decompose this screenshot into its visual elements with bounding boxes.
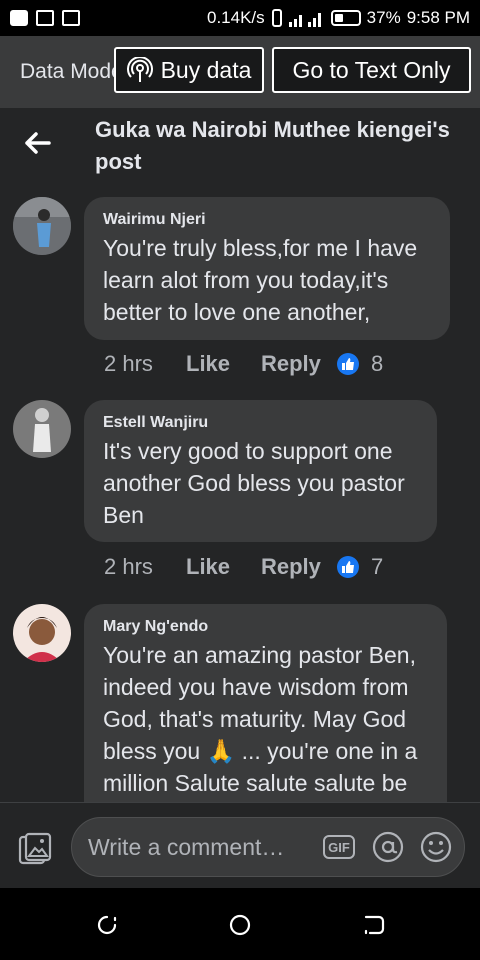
back-nav-icon[interactable] [362,913,386,937]
thumbs-up-icon[interactable] [337,556,359,578]
avatar-image [13,400,71,458]
reply-button[interactable]: Reply [261,351,337,377]
avatar[interactable] [13,197,71,255]
clock: 9:58 PM [406,8,470,27]
home-icon[interactable] [228,913,252,937]
comment-author[interactable]: Mary Ng'endo [103,618,431,636]
avatar[interactable] [13,400,71,458]
comment-text: You're an amazing pastor Ben, indeed you… [103,642,418,796]
image-notification-icon [36,10,54,26]
thumbs-up-icon[interactable] [337,353,359,375]
broadcast-icon [126,57,153,82]
buy-data-button[interactable]: Buy data [114,47,264,93]
comment-text: You're truly bless,for me I have learn a… [103,235,418,325]
comment-input[interactable]: Write a comment… GIF [71,817,465,877]
comment-author[interactable]: Wairimu Njeri [103,211,434,229]
status-right: 0.14K/s 37% 9:58 PM [207,8,470,28]
like-button[interactable]: Like [186,554,261,580]
comment-actions: 2 hrs Like Reply 8 [104,351,383,377]
signal-icon [288,13,321,27]
comment-bubble[interactable]: Mary Ng'endo You're an amazing pastor Be… [84,604,447,802]
reaction-count[interactable]: 8 [371,351,383,377]
vibrate-icon [271,9,282,27]
gif-button[interactable]: GIF [323,835,355,859]
battery-percent: 37% [366,8,401,27]
reply-button[interactable]: Reply [261,554,337,580]
status-bar: 0.14K/s 37% 9:58 PM [0,0,480,36]
battery-icon [330,10,361,26]
system-navigation-bar [0,888,480,960]
download-notification-icon [62,10,80,26]
text-only-label: Go to Text Only [292,56,451,83]
comment-author[interactable]: Estell Wanjiru [103,414,421,432]
reaction-count[interactable]: 7 [371,554,383,580]
recent-apps-icon[interactable] [95,913,119,937]
network-speed: 0.14K/s [207,8,265,27]
gallery-icon[interactable] [18,832,52,866]
comment-bubble[interactable]: Wairimu Njeri You're truly bless,for me … [84,197,450,340]
comment-text: It's very good to support one another Go… [103,438,405,528]
back-arrow-icon[interactable] [22,128,52,158]
post-header: Guka wa Nairobi Muthee kiengei's post [0,108,480,184]
buy-data-label: Buy data [160,56,252,83]
data-mode-bar: Data Mode Buy data Go to Text Only [0,36,480,108]
like-button[interactable]: Like [186,351,261,377]
comment-actions: 2 hrs Like Reply 7 [104,554,383,580]
avatar[interactable] [13,604,71,662]
comment-clip: Mary Ng'endo You're an amazing pastor Be… [84,604,447,802]
comment-time: 2 hrs [104,351,153,376]
comment-time: 2 hrs [104,554,153,579]
avatar-image [13,604,71,662]
text-only-button[interactable]: Go to Text Only [272,47,471,93]
message-notification-icon [10,10,28,26]
notification-icons [10,10,80,26]
data-mode-label: Data Mode [20,60,116,83]
page-title: Guka wa Nairobi Muthee kiengei's post [95,117,450,174]
comment-placeholder: Write a comment… [88,834,285,860]
mention-icon[interactable] [371,830,405,864]
emoji-icon[interactable] [419,830,453,864]
avatar-image [13,197,71,255]
comment-bubble[interactable]: Estell Wanjiru It's very good to support… [84,400,437,542]
comment-composer: Write a comment… GIF [0,802,480,888]
